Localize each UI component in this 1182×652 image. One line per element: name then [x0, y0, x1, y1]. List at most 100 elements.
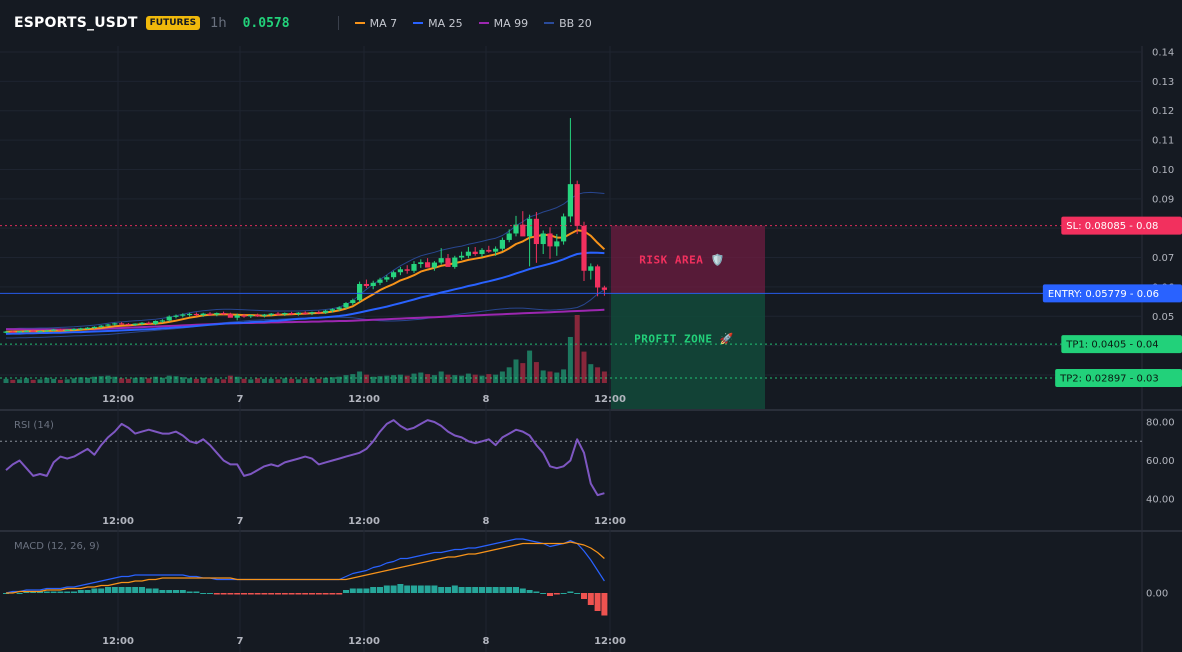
candle-body: [567, 184, 573, 217]
volume-bar: [309, 378, 315, 383]
macd-histogram-bar: [50, 591, 57, 593]
price-tick-label: 0.10: [1152, 165, 1174, 176]
rsi-tick-label: 80.00: [1146, 418, 1175, 429]
candle-body: [112, 323, 118, 325]
volume-bar: [540, 370, 546, 383]
macd-histogram-bar: [513, 587, 519, 593]
macd-histogram-bar: [472, 587, 479, 593]
volume-bar: [438, 371, 444, 383]
candle-body: [581, 225, 587, 271]
candle-body: [71, 328, 77, 331]
candle-body: [10, 331, 16, 333]
volume-bar: [214, 378, 220, 383]
candle-body: [125, 323, 131, 326]
time-tick-label: 12:00: [348, 636, 380, 647]
candle-body: [479, 249, 485, 255]
macd-histogram-bar: [111, 587, 118, 593]
risk-area-label: RISK AREA 🛡️: [639, 254, 724, 267]
time-tick-label: 12:00: [594, 394, 626, 405]
candle-body: [493, 248, 499, 252]
candle-body: [227, 313, 233, 318]
macd-histogram-bar: [404, 585, 411, 593]
candle-body: [261, 314, 267, 316]
candle-body: [601, 287, 607, 290]
candle-body: [499, 239, 505, 249]
trading-chart[interactable]: 0.140.130.120.110.100.090.080.070.060.05…: [0, 0, 1182, 652]
macd-histogram-bar: [322, 593, 329, 595]
volume-bar: [51, 378, 57, 383]
macd-histogram-bar: [424, 585, 431, 593]
volume-bar: [472, 374, 478, 383]
candle-body: [527, 218, 533, 237]
candle-body: [370, 282, 376, 287]
volume-bar: [166, 375, 172, 383]
macd-histogram-bar: [560, 593, 567, 594]
time-tick-label: 7: [237, 636, 244, 647]
macd-histogram-bar: [200, 593, 207, 594]
macd-histogram-bar: [383, 585, 390, 593]
candle-body: [153, 320, 159, 324]
macd-histogram-bar: [533, 591, 540, 593]
time-tick-label: 7: [237, 394, 244, 405]
volume-bar: [397, 374, 403, 383]
time-tick-label: 12:00: [102, 516, 134, 527]
macd-histogram-bar: [397, 584, 404, 593]
candle-body: [391, 272, 397, 278]
volume-bar: [227, 375, 233, 383]
candle-body: [309, 312, 315, 314]
sl-price-tag-label: SL: 0.08085 - 0.08: [1066, 221, 1158, 232]
candle-body: [282, 313, 288, 315]
volume-bar: [193, 378, 199, 383]
time-tick-label: 8: [483, 516, 490, 527]
volume-bar: [343, 375, 349, 383]
volume-bar: [173, 376, 179, 383]
time-tick-label: 12:00: [594, 636, 626, 647]
volume-bar: [486, 374, 492, 383]
macd-histogram-bar: [91, 588, 98, 593]
volume-bar: [261, 378, 267, 383]
candle-body: [193, 313, 199, 316]
macd-histogram-bar: [343, 590, 349, 593]
macd-histogram-bar: [309, 593, 315, 595]
candle-body: [336, 307, 342, 310]
candle-body: [3, 331, 9, 333]
macd-histogram-bar: [98, 588, 105, 593]
volume-bar: [445, 374, 451, 383]
macd-histogram-bar: [227, 593, 234, 595]
volume-bar: [377, 376, 383, 383]
macd-histogram-bar: [601, 593, 608, 616]
candle-body: [486, 249, 492, 252]
volume-bar: [10, 379, 16, 383]
macd-histogram-bar: [547, 593, 553, 596]
macd-histogram-bar: [363, 588, 370, 593]
macd-histogram-bar: [377, 587, 383, 593]
macd-histogram-bar: [193, 591, 200, 593]
macd-histogram-bar: [451, 585, 458, 593]
time-tick-label: 12:00: [102, 636, 134, 647]
macd-histogram-bar: [77, 590, 84, 593]
volume-bar: [588, 364, 594, 383]
volume-bar: [159, 377, 165, 383]
candle-body: [357, 283, 363, 301]
macd-histogram-bar: [173, 590, 179, 593]
candle-body: [540, 233, 546, 245]
macd-histogram-bar: [261, 593, 268, 595]
macd-histogram-bar: [349, 588, 356, 593]
candle-body: [44, 330, 50, 332]
macd-histogram-bar: [145, 588, 152, 593]
macd-histogram-bar: [179, 590, 186, 593]
candle-body: [554, 241, 560, 247]
candle-body: [98, 325, 104, 327]
volume-bar: [64, 379, 70, 383]
candle-body: [23, 330, 29, 332]
macd-histogram-bar: [431, 585, 438, 593]
candle-body: [459, 255, 465, 258]
macd-histogram-bar: [506, 587, 513, 593]
candle-body: [588, 266, 594, 271]
price-tick-label: 0.14: [1152, 48, 1174, 59]
macd-histogram-bar: [417, 585, 424, 593]
time-tick-label: 12:00: [348, 516, 380, 527]
volume-bar: [3, 378, 9, 383]
volume-bar: [391, 375, 397, 383]
volume-bar: [255, 378, 261, 383]
